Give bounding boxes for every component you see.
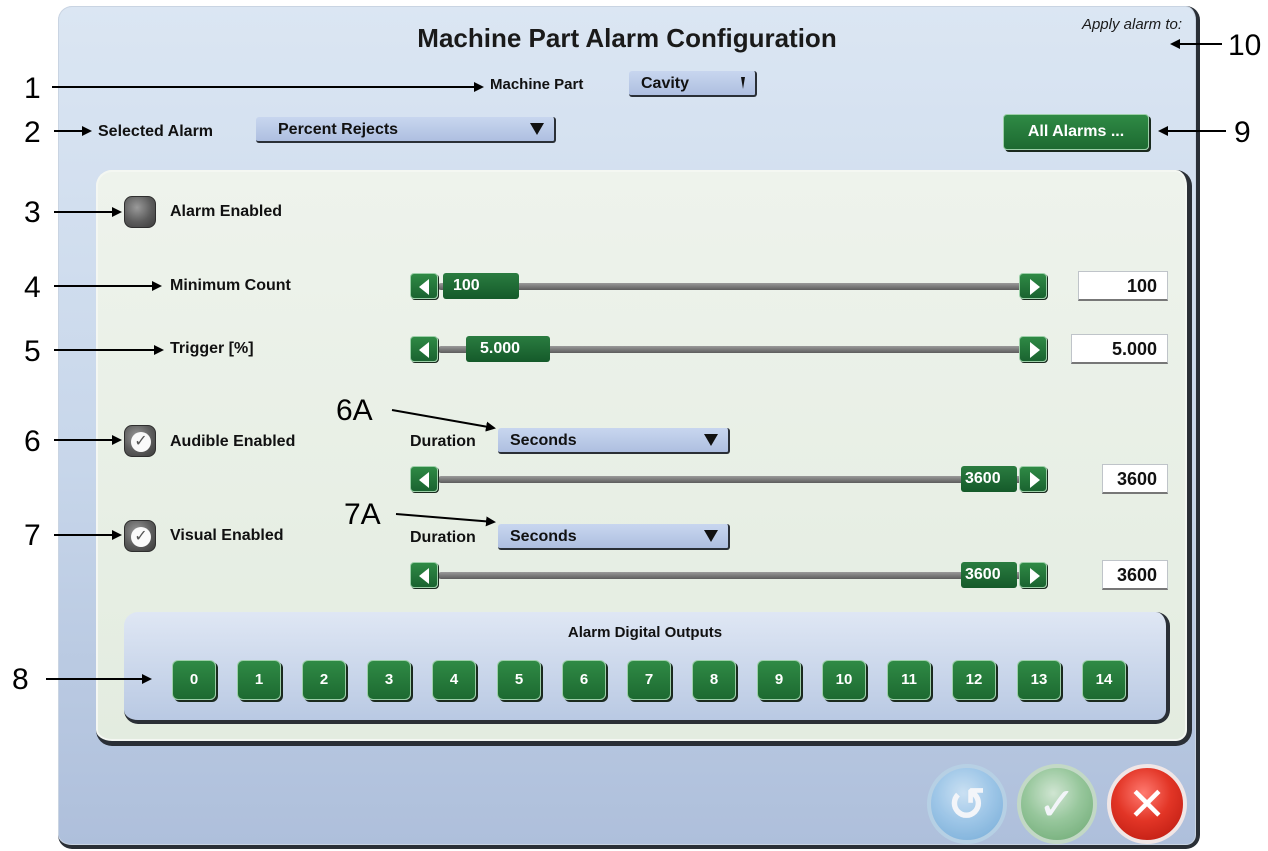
callout-7a: 7A [344,498,381,531]
callout-6: 6 [24,425,41,458]
callout-6a: 6A [336,394,373,427]
output-button-2[interactable]: 2 [302,660,346,700]
window-title: Machine Part Alarm Configuration [417,23,837,53]
ok-button[interactable]: ✓ [1017,764,1097,844]
minimum-count-value[interactable]: 100 [1078,271,1168,301]
arrow-right-icon [1030,568,1040,584]
callout-5: 5 [24,335,41,368]
apply-alarm-label: Apply alarm to: [1081,16,1182,33]
callout-3: 3 [24,196,41,229]
chevron-down-icon [704,530,718,542]
selected-alarm-value: Percent Rejects [278,121,399,138]
undo-button[interactable]: ↺ [927,764,1007,844]
output-button-13[interactable]: 13 [1017,660,1061,700]
callout-2: 2 [24,116,41,149]
trigger-label: Trigger [%] [170,340,254,357]
audible-duration-increment[interactable] [1019,466,1047,492]
selected-alarm-dropdown[interactable]: Percent Rejects [256,117,556,143]
audible-duration-dropdown[interactable]: Seconds [498,428,730,454]
audible-duration-value: Seconds [510,432,577,449]
stage: Machine Part Alarm Configuration Apply a… [0,0,1268,851]
arrow-right-icon [1030,472,1040,488]
output-button-3[interactable]: 3 [367,660,411,700]
minimum-count-label: Minimum Count [170,277,291,294]
output-button-7[interactable]: 7 [627,660,671,700]
checkmark-icon: ✓ [131,432,151,452]
output-button-6[interactable]: 6 [562,660,606,700]
arrow-left-icon [419,342,429,358]
visual-duration-label: Duration [410,529,476,546]
audible-enabled-label: Audible Enabled [170,433,296,450]
audible-enabled-checkbox[interactable]: ✓ [124,425,156,457]
visual-duration-track[interactable] [438,572,1022,579]
output-button-1[interactable]: 1 [237,660,281,700]
minimum-count-decrement[interactable] [410,273,438,299]
chevron-down-icon [741,77,745,89]
all-alarms-button[interactable]: All Alarms ... [1003,114,1149,150]
arrow-left-icon [419,568,429,584]
visual-duration-dropdown[interactable]: Seconds [498,524,730,550]
arrow-right-icon [1030,279,1040,295]
trigger-value[interactable]: 5.000 [1071,334,1168,364]
output-button-12[interactable]: 12 [952,660,996,700]
output-button-4[interactable]: 4 [432,660,476,700]
chevron-down-icon [704,434,718,446]
cancel-button[interactable]: ✕ [1107,764,1187,844]
arrow-right-icon [1030,342,1040,358]
output-button-0[interactable]: 0 [172,660,216,700]
machine-part-label: Machine Part [490,76,584,93]
output-button-5[interactable]: 5 [497,660,541,700]
output-button-9[interactable]: 9 [757,660,801,700]
callout-8: 8 [12,663,29,696]
callout-1: 1 [24,72,41,105]
visual-duration-value: Seconds [510,528,577,545]
audible-duration-track[interactable] [438,476,1022,483]
output-button-14[interactable]: 14 [1082,660,1126,700]
machine-part-value: Cavity [641,75,690,92]
minimum-count-increment[interactable] [1019,273,1047,299]
visual-duration-decrement[interactable] [410,562,438,588]
machine-part-dropdown[interactable]: Cavity [629,71,757,97]
visual-enabled-label: Visual Enabled [170,527,284,544]
checkmark-icon: ✓ [131,527,151,547]
output-button-10[interactable]: 10 [822,660,866,700]
audible-duration-decrement[interactable] [410,466,438,492]
audible-duration-thumb[interactable]: 3600 [961,466,1017,492]
visual-duration-thumb[interactable]: 3600 [961,562,1017,588]
callout-9: 9 [1234,116,1251,149]
visual-duration-increment[interactable] [1019,562,1047,588]
trigger-increment[interactable] [1019,336,1047,362]
arrow-left-icon [419,472,429,488]
trigger-decrement[interactable] [410,336,438,362]
callout-4: 4 [24,271,41,304]
minimum-count-track[interactable] [438,283,1022,290]
chevron-down-icon [530,123,544,135]
audible-duration-value-box[interactable]: 3600 [1102,464,1168,494]
callout-7: 7 [24,519,41,552]
visual-duration-value-box[interactable]: 3600 [1102,560,1168,590]
visual-enabled-checkbox[interactable]: ✓ [124,520,156,552]
x-icon: ✕ [1127,778,1167,830]
output-button-8[interactable]: 8 [692,660,736,700]
callout-10: 10 [1228,29,1262,62]
arrow-left-icon [419,279,429,295]
trigger-thumb[interactable]: 5.000 [466,336,550,362]
selected-alarm-label: Selected Alarm [98,123,214,140]
audible-duration-label: Duration [410,433,476,450]
alarm-enabled-label: Alarm Enabled [170,203,283,220]
alarm-digital-outputs-label: Alarm Digital Outputs [567,624,723,641]
output-button-11[interactable]: 11 [887,660,931,700]
undo-icon: ↺ [947,778,987,830]
alarm-enabled-checkbox[interactable] [124,196,156,228]
checkmark-icon: ✓ [1037,778,1077,830]
minimum-count-thumb[interactable]: 100 [443,273,519,299]
